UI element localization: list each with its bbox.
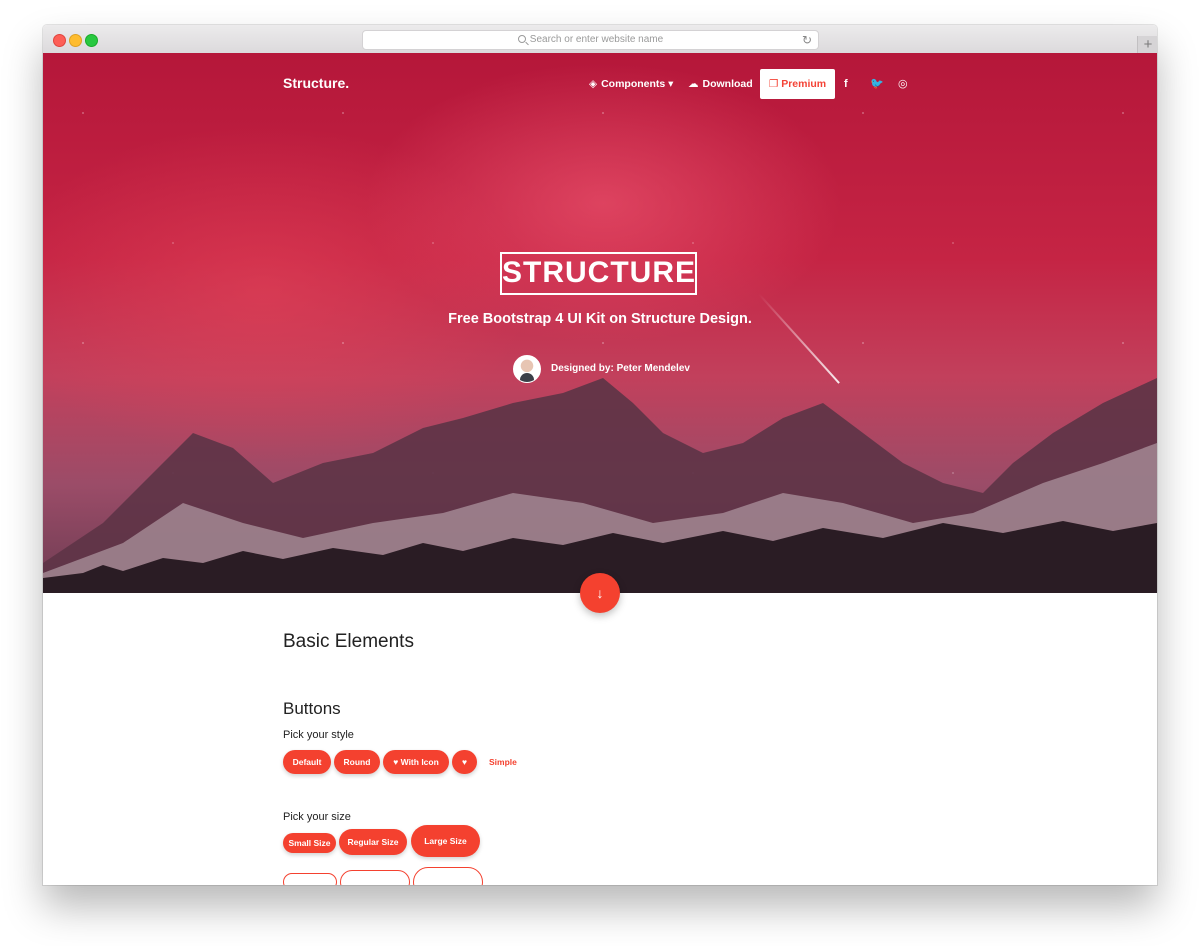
chevron-down-icon: ▾	[665, 78, 674, 90]
pick-size-label: Pick your size	[283, 811, 351, 823]
heart-icon: ♥	[393, 757, 399, 767]
browser-window: Search or enter website name ↻ + Structu…	[43, 25, 1157, 885]
premium-label: Premium	[781, 78, 827, 90]
pick-style-label: Pick your style	[283, 729, 354, 741]
nav-download[interactable]: ☁ Download	[688, 69, 753, 99]
regular-outline-button[interactable]	[340, 870, 410, 885]
hero-title: STRUCTURE	[500, 252, 697, 295]
browser-titlebar: Search or enter website name ↻ +	[43, 25, 1157, 54]
nav-components[interactable]: ◈ Components ▾	[589, 69, 673, 99]
section-title: Basic Elements	[283, 631, 414, 652]
heart-icon: ♥	[461, 757, 468, 767]
cloud-download-icon: ☁	[688, 78, 699, 90]
round-button[interactable]: Round	[334, 750, 380, 774]
search-icon	[517, 35, 526, 43]
maximize-window-button[interactable]	[85, 34, 98, 47]
designer-avatar	[513, 355, 541, 383]
address-bar[interactable]: Search or enter website name ↻	[362, 30, 819, 50]
hero-section: Structure. ◈ Components ▾ ☁ Download ❐ Pre…	[43, 53, 1157, 593]
small-size-button[interactable]: Small Size	[283, 833, 336, 853]
with-icon-label: With Icon	[400, 757, 439, 767]
hero-subtitle: Free Bootstrap 4 UI Kit on Structure Des…	[448, 311, 752, 327]
files-icon: ❐	[768, 78, 779, 90]
designer-name[interactable]: Peter Mendelev	[617, 363, 690, 374]
regular-size-button[interactable]: Regular Size	[339, 829, 407, 855]
premium-button[interactable]: ❐ Premium	[760, 69, 835, 99]
address-bar-placeholder: Search or enter website name	[529, 34, 664, 45]
simple-button[interactable]: Simple	[489, 757, 517, 767]
buttons-heading: Buttons	[283, 699, 341, 718]
designer-credit: Designed by: Peter Mendelev	[551, 363, 690, 374]
large-size-button[interactable]: Large Size	[411, 825, 480, 857]
layers-icon: ◈	[589, 78, 598, 90]
facebook-icon[interactable]: f	[844, 69, 848, 99]
nav-components-label: Components	[601, 78, 666, 90]
large-outline-button[interactable]	[413, 867, 483, 885]
nav-download-label: Download	[702, 78, 753, 90]
designed-by-label: Designed by:	[551, 363, 614, 374]
arrow-down-icon: ↓	[596, 585, 604, 601]
heart-icon-button[interactable]: ♥	[452, 750, 477, 774]
twitter-icon[interactable]: 🐦	[870, 69, 884, 99]
close-window-button[interactable]	[53, 34, 66, 47]
minimize-window-button[interactable]	[69, 34, 82, 47]
reload-icon[interactable]: ↻	[802, 31, 812, 49]
brand-logo[interactable]: Structure.	[283, 75, 349, 91]
small-outline-button[interactable]	[283, 873, 337, 885]
instagram-icon[interactable]: ◎	[898, 69, 908, 99]
default-button[interactable]: Default	[283, 750, 331, 774]
scroll-down-button[interactable]: ↓	[580, 573, 620, 613]
new-tab-button[interactable]: +	[1137, 36, 1157, 53]
with-icon-button[interactable]: ♥ With Icon	[383, 750, 449, 774]
mountains-illustration	[43, 378, 1157, 593]
